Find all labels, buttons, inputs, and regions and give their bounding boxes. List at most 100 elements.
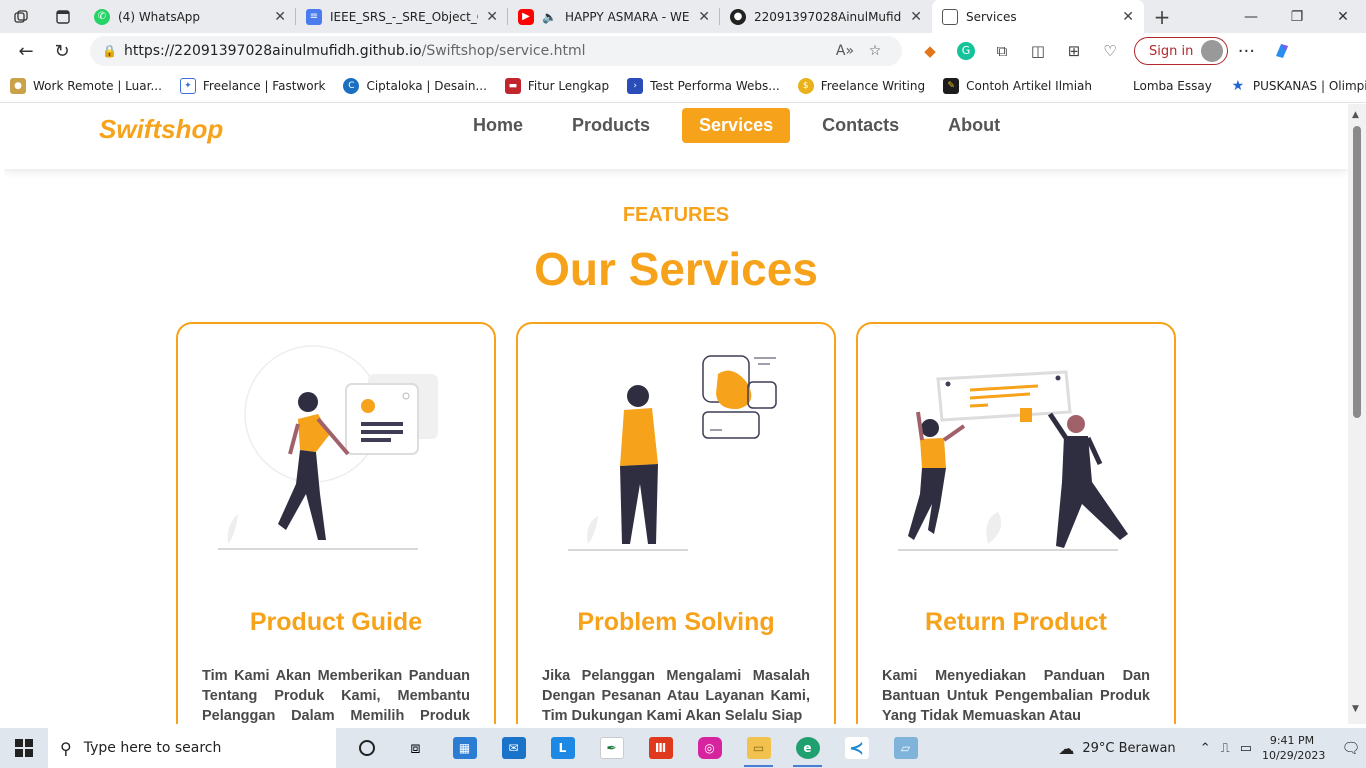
metamask-icon[interactable]: ◆ xyxy=(912,35,948,67)
tab-whatsapp[interactable]: ✆ (4) WhatsApp ✕ xyxy=(84,0,296,33)
vertical-scrollbar[interactable]: ▲ ▼ xyxy=(1348,104,1366,724)
tab-label: Services xyxy=(966,9,1017,24)
windows-logo-icon xyxy=(15,739,33,757)
battery-icon[interactable]: ▭ xyxy=(1240,741,1252,756)
doge-icon: ● xyxy=(10,77,26,94)
card-title: Return Product xyxy=(925,608,1107,636)
tab-label: 22091397028AinulMufidh/S xyxy=(754,9,902,24)
article-icon: ✎ xyxy=(943,77,960,94)
store-icon: ▦ xyxy=(452,737,477,759)
new-tab-button[interactable]: + xyxy=(1144,0,1180,33)
lock-icon[interactable]: 🔒 xyxy=(102,44,124,58)
back-button[interactable]: ← xyxy=(8,35,44,67)
grammarly-icon[interactable]: G xyxy=(948,35,984,67)
fastwork-icon: ✦ xyxy=(179,77,196,94)
tab-ieee-srs[interactable]: ≡ IEEE_SRS_-_SRE_Object_Orie ✕ xyxy=(296,0,508,33)
collections-icon[interactable]: ⊞ xyxy=(1056,35,1092,67)
bookmark-item[interactable]: Lomba Essay xyxy=(1110,77,1212,94)
site-logo[interactable]: Swiftshop xyxy=(99,114,223,145)
avatar xyxy=(1201,40,1224,62)
taskbar-file-explorer[interactable]: ▭ xyxy=(734,728,783,768)
page-viewport: Swiftshop Home Products Services Contact… xyxy=(4,104,1348,724)
network-icon[interactable]: ⎍ xyxy=(1221,741,1230,756)
mail-icon: ✉ xyxy=(501,737,526,759)
close-icon[interactable]: ✕ xyxy=(274,9,286,25)
taskbar-app-l[interactable]: L xyxy=(538,728,587,768)
chevron-up-icon[interactable]: ⌃ xyxy=(1200,741,1211,756)
page-icon xyxy=(942,8,958,25)
card-title: Product Guide xyxy=(249,608,423,636)
bookmark-item[interactable]: ✎ Contoh Artikel Ilmiah xyxy=(943,77,1092,94)
pagespeed-icon: › xyxy=(627,77,644,94)
favorite-star-icon[interactable]: ☆ xyxy=(860,43,890,59)
url-text[interactable]: https://22091397028ainulmufidh.github.io… xyxy=(124,43,830,59)
cortana-icon xyxy=(358,740,375,756)
scroll-down-icon[interactable]: ▼ xyxy=(1352,704,1359,714)
nav-services[interactable]: Services xyxy=(682,108,791,143)
scroll-up-icon[interactable]: ▲ xyxy=(1352,110,1359,120)
system-clock[interactable]: 9:41 PM 10/29/2023 xyxy=(1262,733,1326,763)
clock-date: 10/29/2023 xyxy=(1262,749,1326,762)
address-bar-row: ← ↻ 🔒 https://22091397028ainulmufidh.git… xyxy=(0,33,1366,69)
bookmark-item[interactable]: ★PUSKANAS | Olimpi... xyxy=(1229,77,1366,94)
task-view-button[interactable]: ⧈ xyxy=(391,728,440,768)
taskbar-red-app[interactable]: Ⅲ xyxy=(636,728,685,768)
taskbar-store[interactable]: ▦ xyxy=(440,728,489,768)
notification-icon[interactable]: 🗨 xyxy=(1336,739,1366,757)
nav-home[interactable]: Home xyxy=(456,108,540,143)
taskbar-instagram[interactable]: ◎ xyxy=(685,728,734,768)
close-icon[interactable]: ✕ xyxy=(486,9,498,25)
bookmark-item[interactable]: ✦ Freelance | Fastwork xyxy=(179,77,325,94)
restore-button[interactable]: ❐ xyxy=(1274,0,1320,33)
taskbar-pen-app[interactable]: ✒ xyxy=(587,728,636,768)
edge-icon: e xyxy=(795,737,820,759)
tab-actions-icon[interactable] xyxy=(42,0,84,33)
taskbar-vscode[interactable]: ≺ xyxy=(832,728,881,768)
taskbar-notepad[interactable]: ▱ xyxy=(881,728,930,768)
split-screen-icon[interactable]: ◫ xyxy=(1020,35,1056,67)
product-guide-illustration xyxy=(218,345,438,550)
cortana-button[interactable] xyxy=(342,728,391,768)
taskbar-mail[interactable]: ✉ xyxy=(489,728,538,768)
taskbar-edge[interactable]: e xyxy=(783,728,832,768)
speaker-icon[interactable]: 🔈 xyxy=(542,10,557,24)
office-icon: Ⅲ xyxy=(648,737,673,759)
bookmark-item[interactable]: C Ciptaloka | Desain... xyxy=(343,77,487,94)
close-icon[interactable]: ✕ xyxy=(698,9,710,25)
bookmark-item[interactable]: $ Freelance Writing xyxy=(797,77,925,94)
nav-products[interactable]: Products xyxy=(555,108,667,143)
tab-github[interactable]: ● 22091397028AinulMufidh/S ✕ xyxy=(720,0,932,33)
read-aloud-icon[interactable]: A» xyxy=(830,43,860,59)
clock-time: 9:41 PM xyxy=(1269,734,1315,747)
return-product-illustration xyxy=(898,370,1128,551)
url-input[interactable]: 🔒 https://22091397028ainulmufidh.github.… xyxy=(90,36,902,66)
tab-youtube[interactable]: ▶ 🔈 HAPPY ASMARA - WES ✕ xyxy=(508,0,720,33)
weather-widget[interactable]: ☁ 29°C Berawan xyxy=(1058,739,1175,758)
section-eyebrow: FEATURES xyxy=(622,204,730,226)
close-icon[interactable]: ✕ xyxy=(910,9,922,25)
card-description: Kami Menyediakan Panduan Dan Bantuan Unt… xyxy=(882,668,1150,724)
taskbar-search-input[interactable]: ⚲ Type here to search xyxy=(48,728,336,768)
whatsapp-icon: ✆ xyxy=(94,8,110,25)
close-icon[interactable]: ✕ xyxy=(1122,9,1134,25)
browser-essentials-icon[interactable]: ♡ xyxy=(1092,35,1128,67)
tab-services[interactable]: Services ✕ xyxy=(932,0,1144,33)
nav-about[interactable]: About xyxy=(931,108,1017,143)
extensions-icon[interactable]: ⧉ xyxy=(984,35,1020,67)
bookmark-item[interactable]: › Test Performa Webs... xyxy=(627,77,780,94)
copilot-icon[interactable] xyxy=(1264,41,1300,61)
minimize-button[interactable]: — xyxy=(1228,0,1274,33)
scrollbar-thumb[interactable] xyxy=(1353,126,1361,418)
bookmark-item[interactable]: ▬ Fitur Lengkap xyxy=(504,77,609,94)
workspaces-icon[interactable] xyxy=(0,0,42,33)
lightbulb-icon: $ xyxy=(797,77,814,94)
sign-in-button[interactable]: Sign in xyxy=(1134,37,1229,65)
nav-contacts[interactable]: Contacts xyxy=(805,108,916,143)
toolbox-icon: ▬ xyxy=(504,77,521,94)
more-menu-icon[interactable]: ··· xyxy=(1228,41,1264,62)
start-button[interactable] xyxy=(0,728,48,768)
close-window-button[interactable]: ✕ xyxy=(1320,0,1366,33)
github-icon: ● xyxy=(730,8,746,25)
bookmark-item[interactable]: ● Work Remote | Luar... xyxy=(10,77,162,94)
refresh-button[interactable]: ↻ xyxy=(44,35,80,67)
